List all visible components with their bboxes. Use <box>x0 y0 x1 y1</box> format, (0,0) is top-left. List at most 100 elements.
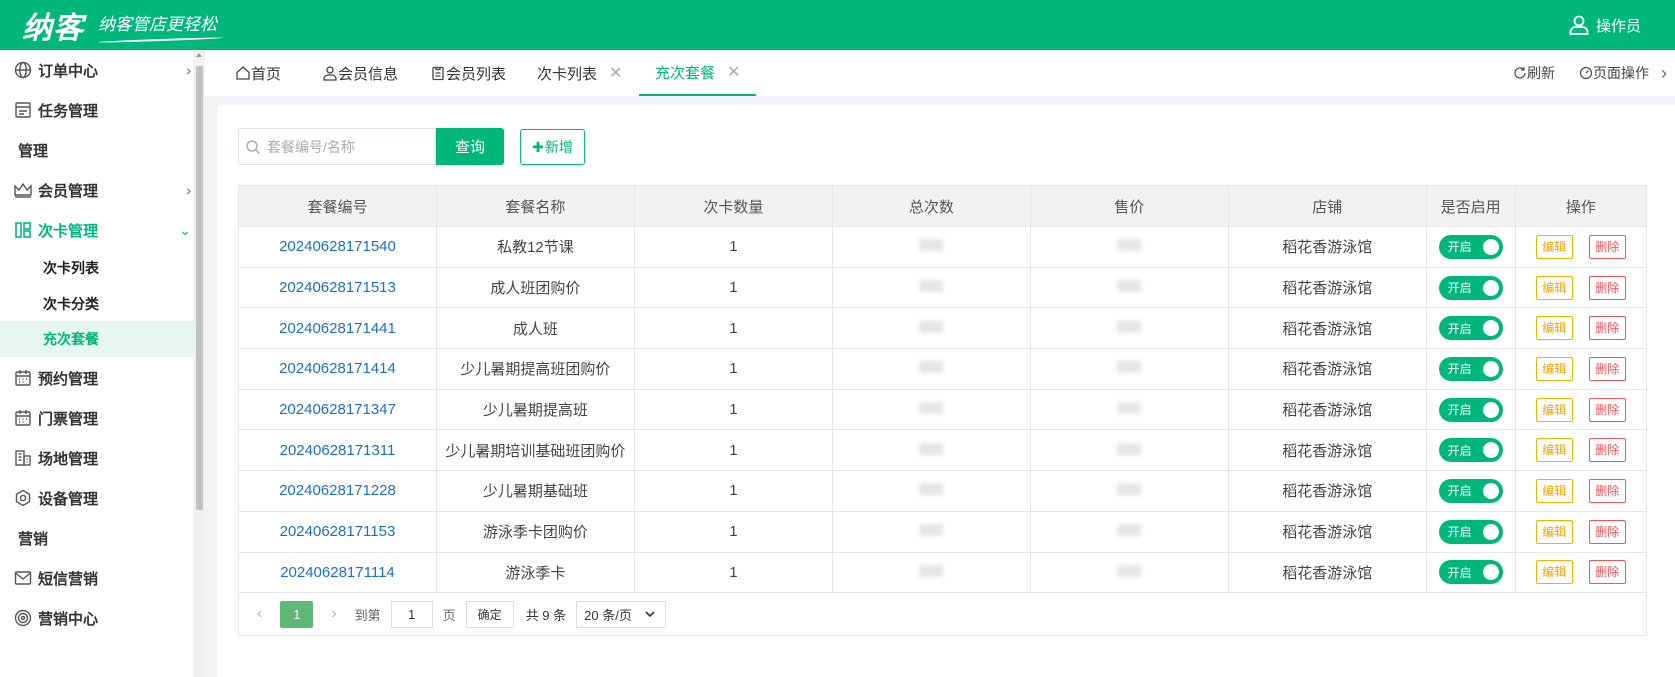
tab-card-list[interactable]: 次卡列表 ✕ <box>537 50 622 96</box>
chevron-down-icon <box>645 610 655 617</box>
tab-recharge-package[interactable]: 充次套餐 ✕ <box>639 50 757 96</box>
user-icon <box>323 66 337 81</box>
close-icon[interactable]: ✕ <box>609 63 622 83</box>
logo[interactable]: 纳客 纳客管店更轻松 <box>0 3 217 47</box>
page-ops-button[interactable]: 页面操作 <box>1579 63 1649 83</box>
column-header[interactable]: 次卡数量 <box>633 185 833 227</box>
blurred-value <box>919 483 944 496</box>
chevron-right-icon[interactable]: › <box>1661 63 1667 84</box>
edit-button[interactable]: 编辑 <box>1535 438 1573 463</box>
sidebar-item-label: 次卡管理 <box>38 222 99 240</box>
edit-button[interactable]: 编辑 <box>1535 478 1573 503</box>
sidebar-item-tasks[interactable]: 任务管理 <box>0 92 193 128</box>
current-page[interactable]: 1 <box>280 600 314 628</box>
enabled-cell: 开启 <box>1425 226 1516 268</box>
refresh-button[interactable]: 刷新 <box>1513 63 1555 83</box>
delete-button[interactable]: 删除 <box>1588 560 1626 585</box>
card-count: 1 <box>633 388 833 431</box>
scroll-up-arrow-icon[interactable] <box>196 53 202 57</box>
sidebar-item-venues[interactable]: 场地管理 <box>0 440 193 476</box>
column-header[interactable]: 店铺 <box>1227 185 1427 227</box>
delete-button[interactable]: 删除 <box>1588 478 1626 503</box>
package-code-link[interactable]: 20240628171311 <box>238 429 437 472</box>
tab-bar: 首页 会员信息 会员列表 次卡列表 ✕ 充次套餐 ✕ 刷新 页面操作 › <box>205 50 1675 96</box>
enabled-toggle[interactable]: 开启 <box>1438 438 1503 463</box>
sidebar-subitem-card-list[interactable]: 次卡列表 <box>0 250 193 286</box>
delete-button[interactable]: 删除 <box>1588 519 1626 544</box>
sidebar-item-cards[interactable]: 次卡管理 ⌄ <box>0 212 193 248</box>
page-number-input[interactable]: 1 <box>390 600 433 628</box>
blurred-value <box>919 320 944 333</box>
store-name: 稻花香游泳馆 <box>1227 348 1427 390</box>
column-header[interactable]: 售价 <box>1029 185 1229 227</box>
scrollbar-thumb[interactable] <box>196 66 203 510</box>
package-code-link[interactable]: 20240628171540 <box>238 226 437 268</box>
sidebar-item-members[interactable]: 会员管理 › <box>0 172 193 208</box>
page-size-select[interactable]: 20 条/页 <box>576 600 667 628</box>
edit-button[interactable]: 编辑 <box>1535 316 1573 341</box>
tab-home[interactable]: 首页 <box>235 50 281 96</box>
tab-member-list[interactable]: 会员列表 <box>430 50 506 96</box>
enabled-toggle[interactable]: 开启 <box>1438 397 1503 422</box>
enabled-toggle[interactable]: 开启 <box>1438 478 1503 503</box>
delete-button[interactable]: 删除 <box>1588 438 1626 463</box>
sidebar-item-marketing-center[interactable]: 营销中心 <box>0 600 193 636</box>
sidebar-item-tickets[interactable]: 门票管理 <box>0 400 193 436</box>
delete-button[interactable]: 删除 <box>1588 234 1626 259</box>
delete-button[interactable]: 删除 <box>1588 275 1626 300</box>
user-menu[interactable]: 操作员 <box>1568 0 1641 50</box>
blurred-value <box>919 442 944 455</box>
enabled-toggle[interactable]: 开启 <box>1438 275 1503 300</box>
edit-button[interactable]: 编辑 <box>1535 560 1573 585</box>
delete-button[interactable]: 删除 <box>1588 316 1626 341</box>
package-code-link[interactable]: 20240628171441 <box>238 307 437 350</box>
search-input[interactable]: 套餐编号/名称 <box>238 128 436 165</box>
tab-member-info[interactable]: 会员信息 <box>322 50 398 96</box>
sidebar-subitem-card-category[interactable]: 次卡分类 <box>0 286 193 322</box>
column-header[interactable]: 是否启用 <box>1425 185 1516 227</box>
sidebar-item-devices[interactable]: 设备管理 <box>0 480 193 516</box>
package-code-link[interactable]: 20240628171513 <box>238 266 437 309</box>
query-button[interactable]: 查询 <box>436 128 504 165</box>
edit-button[interactable]: 编辑 <box>1535 397 1573 422</box>
store-name: 稻花香游泳馆 <box>1227 510 1427 553</box>
table-row: 20240628171228 少儿暑期基础班 1 稻花香游泳馆 开启 编辑 删除 <box>238 470 1648 512</box>
package-code-link[interactable]: 20240628171414 <box>238 348 437 390</box>
crown-icon <box>12 179 34 201</box>
prev-page-icon[interactable]: ‹ <box>257 605 262 623</box>
column-header[interactable]: 套餐名称 <box>435 185 635 227</box>
package-code-link[interactable]: 20240628171347 <box>238 388 437 431</box>
column-header[interactable]: 操作 <box>1514 185 1648 227</box>
sidebar-item-sms[interactable]: 短信营销 <box>0 560 193 596</box>
enabled-toggle[interactable]: 开启 <box>1438 356 1503 381</box>
sidebar-item-orders[interactable]: 订单中心 › <box>0 52 193 88</box>
store-name: 稻花香游泳馆 <box>1227 388 1427 431</box>
enabled-toggle[interactable]: 开启 <box>1438 316 1503 341</box>
package-code-link[interactable]: 20240628171114 <box>238 551 437 594</box>
edit-button[interactable]: 编辑 <box>1535 519 1573 544</box>
close-icon[interactable]: ✕ <box>727 62 740 82</box>
next-page-icon[interactable]: › <box>331 605 336 623</box>
edit-button[interactable]: 编辑 <box>1535 356 1573 381</box>
enabled-toggle[interactable]: 开启 <box>1438 560 1503 585</box>
delete-button[interactable]: 删除 <box>1588 356 1626 381</box>
blurred-value <box>1117 524 1142 537</box>
sidebar-item-booking[interactable]: 预约管理 <box>0 360 193 396</box>
blurred-value <box>919 239 944 252</box>
enabled-cell: 开启 <box>1425 551 1516 594</box>
enabled-toggle[interactable]: 开启 <box>1438 519 1503 544</box>
column-header[interactable]: 总次数 <box>831 185 1031 227</box>
add-button[interactable]: ✚ 新增 <box>520 129 585 165</box>
delete-button[interactable]: 删除 <box>1588 397 1626 422</box>
edit-button[interactable]: 编辑 <box>1535 275 1573 300</box>
enabled-toggle[interactable]: 开启 <box>1438 234 1503 259</box>
package-code-link[interactable]: 20240628171153 <box>238 510 437 553</box>
edit-button[interactable]: 编辑 <box>1535 234 1573 259</box>
goto-confirm-button[interactable]: 确定 <box>465 600 514 628</box>
page-unit-label: 页 <box>442 607 456 623</box>
package-code-link[interactable]: 20240628171228 <box>238 470 437 512</box>
sidebar-scrollbar[interactable] <box>193 50 205 677</box>
sidebar-subitem-recharge-package[interactable]: 充次套餐 <box>0 321 193 357</box>
column-header[interactable]: 套餐编号 <box>238 185 437 227</box>
user-label: 操作员 <box>1595 17 1641 35</box>
